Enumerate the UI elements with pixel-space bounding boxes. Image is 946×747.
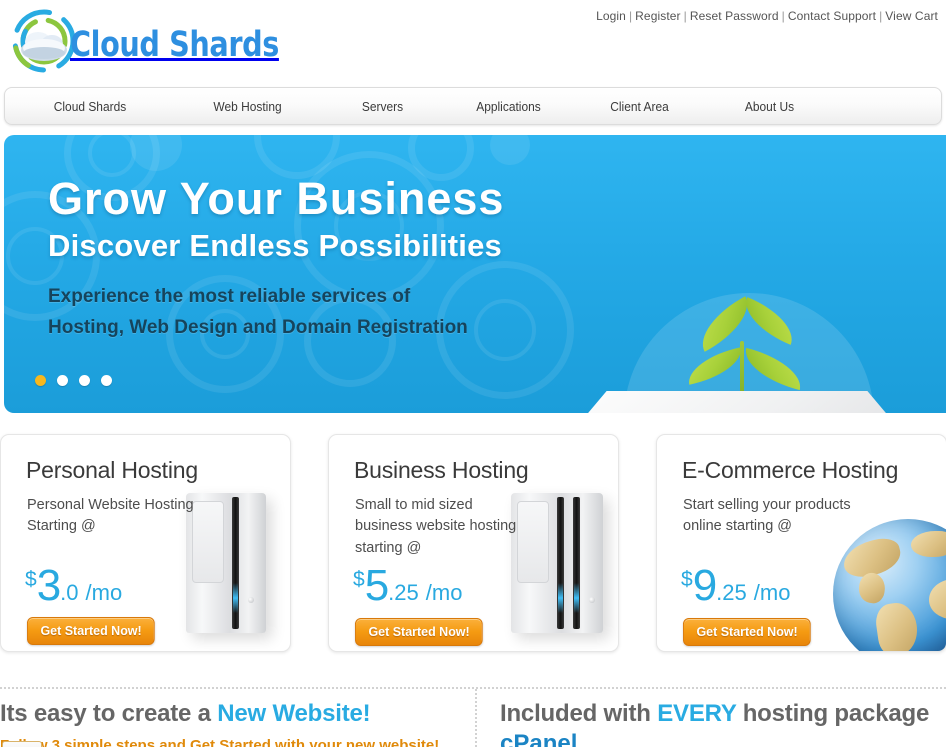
price-decimal: .25 bbox=[716, 580, 747, 605]
price-period: /mo bbox=[753, 580, 791, 605]
get-started-button[interactable]: Get Started Now! bbox=[355, 618, 484, 646]
globe-icon bbox=[833, 519, 946, 651]
hero-title: Grow Your Business bbox=[48, 173, 505, 224]
promo-divider-horizontal bbox=[0, 687, 946, 689]
price-currency: $ bbox=[353, 568, 365, 591]
main-navigation: Cloud Shards Web Hosting Servers Applica… bbox=[4, 87, 942, 125]
pricing-card-business-hosting[interactable]: Business Hosting Small to mid sized busi… bbox=[328, 434, 619, 652]
promo-new-website: Its easy to create a New Website! Follow… bbox=[0, 700, 460, 747]
promo-right-heading: Included with EVERY hosting package bbox=[500, 700, 940, 728]
price-currency: $ bbox=[681, 568, 693, 591]
hero-description: Experience the most reliable services of… bbox=[48, 282, 504, 344]
promo-right-heading-plain-1: Included with bbox=[500, 700, 658, 727]
price-integer: 3 bbox=[36, 561, 62, 610]
promo-left-heading-plain: Its easy to create a bbox=[0, 700, 218, 727]
site-logo[interactable]: Cloud Shards bbox=[8, 6, 325, 78]
utility-link-contact-support[interactable]: Contact Support bbox=[788, 9, 876, 23]
pricing-cards: Personal Hosting Personal Website Hostin… bbox=[0, 434, 946, 654]
card-price: $5.25/mo bbox=[353, 561, 462, 611]
server-with-plant-icon bbox=[544, 296, 944, 413]
card-title: Business Hosting bbox=[354, 457, 529, 483]
utility-link-register[interactable]: Register bbox=[635, 9, 680, 23]
promo-left-heading: Its easy to create a New Website! bbox=[0, 700, 460, 728]
price-integer: 9 bbox=[692, 561, 718, 610]
promo-left-heading-highlight: New Website! bbox=[217, 700, 371, 727]
promo-left-subheading: Follow 3 simple steps and Get Started wi… bbox=[0, 737, 440, 747]
card-price: $3.0/mo bbox=[25, 561, 122, 611]
nav-item-servers[interactable]: Servers bbox=[325, 99, 440, 114]
step-indicator-box[interactable] bbox=[2, 741, 42, 747]
get-started-button[interactable]: Get Started Now! bbox=[683, 618, 812, 646]
hero-slider-dot-2[interactable] bbox=[57, 375, 68, 386]
promo-right-subheading: cPanel bbox=[500, 730, 578, 747]
pricing-card-personal-hosting[interactable]: Personal Hosting Personal Website Hostin… bbox=[0, 434, 291, 652]
nav-item-web-hosting[interactable]: Web Hosting bbox=[181, 99, 314, 114]
card-description: Personal Website Hosting Starting @ bbox=[27, 497, 194, 535]
logo-wordmark: Cloud Shards bbox=[70, 25, 279, 65]
card-title: E-Commerce Hosting bbox=[682, 457, 899, 483]
promo-right-heading-plain-2: hosting package bbox=[736, 700, 930, 727]
price-decimal: .0 bbox=[60, 580, 79, 605]
nav-item-client-area[interactable]: Client Area bbox=[577, 99, 701, 114]
get-started-button[interactable]: Get Started Now! bbox=[27, 617, 156, 645]
utility-separator: | bbox=[628, 9, 633, 23]
utility-links: Login | Register | Reset Password | Contact Su… bbox=[596, 9, 938, 23]
utility-link-view-cart[interactable]: View Cart bbox=[885, 9, 938, 23]
hero-slider-dots bbox=[35, 375, 112, 386]
price-decimal: .25 bbox=[388, 580, 419, 605]
price-currency: $ bbox=[25, 568, 37, 591]
promo-included-features: Included with EVERY hosting package cPan… bbox=[500, 700, 940, 747]
hero-slider-dot-3[interactable] bbox=[79, 375, 90, 386]
hero-description-line-1: Experience the most reliable services of bbox=[48, 286, 411, 308]
utility-separator: | bbox=[879, 9, 883, 23]
hero-copy: Grow Your Business Discover Endless Poss… bbox=[48, 175, 504, 344]
promo-right-heading-highlight: EVERY bbox=[657, 700, 737, 727]
page-root: Login | Register | Reset Password | Contact Su… bbox=[0, 0, 946, 747]
nav-item-about-us[interactable]: About Us bbox=[712, 99, 827, 114]
nav-item-cloud-shards[interactable]: Cloud Shards bbox=[12, 99, 168, 114]
hero-subtitle: Discover Endless Possibilities bbox=[48, 228, 502, 264]
hero-banner: Grow Your Business Discover Endless Poss… bbox=[4, 135, 946, 413]
pricing-card-ecommerce-hosting[interactable]: E-Commerce Hosting Start selling your pr… bbox=[656, 434, 946, 652]
utility-separator: | bbox=[781, 9, 785, 23]
price-period: /mo bbox=[85, 580, 123, 605]
hero-slider-dot-1[interactable] bbox=[35, 375, 46, 386]
utility-link-reset-password[interactable]: Reset Password bbox=[690, 9, 779, 23]
nav-item-applications[interactable]: Applications bbox=[450, 99, 567, 114]
price-integer: 5 bbox=[364, 561, 390, 610]
hero-slider-dot-4[interactable] bbox=[101, 375, 112, 386]
price-period: /mo bbox=[425, 580, 463, 605]
hero-description-line-2: Hosting, Web Design and Domain Registrat… bbox=[48, 317, 468, 339]
utility-separator: | bbox=[683, 9, 687, 23]
utility-link-login[interactable]: Login bbox=[596, 9, 626, 23]
promo-divider-vertical bbox=[475, 689, 477, 747]
card-description: Small to mid sized business website host… bbox=[355, 497, 517, 556]
card-description: Start selling your products online start… bbox=[683, 497, 851, 535]
card-price: $9.25/mo bbox=[681, 561, 790, 611]
card-title: Personal Hosting bbox=[26, 457, 198, 483]
